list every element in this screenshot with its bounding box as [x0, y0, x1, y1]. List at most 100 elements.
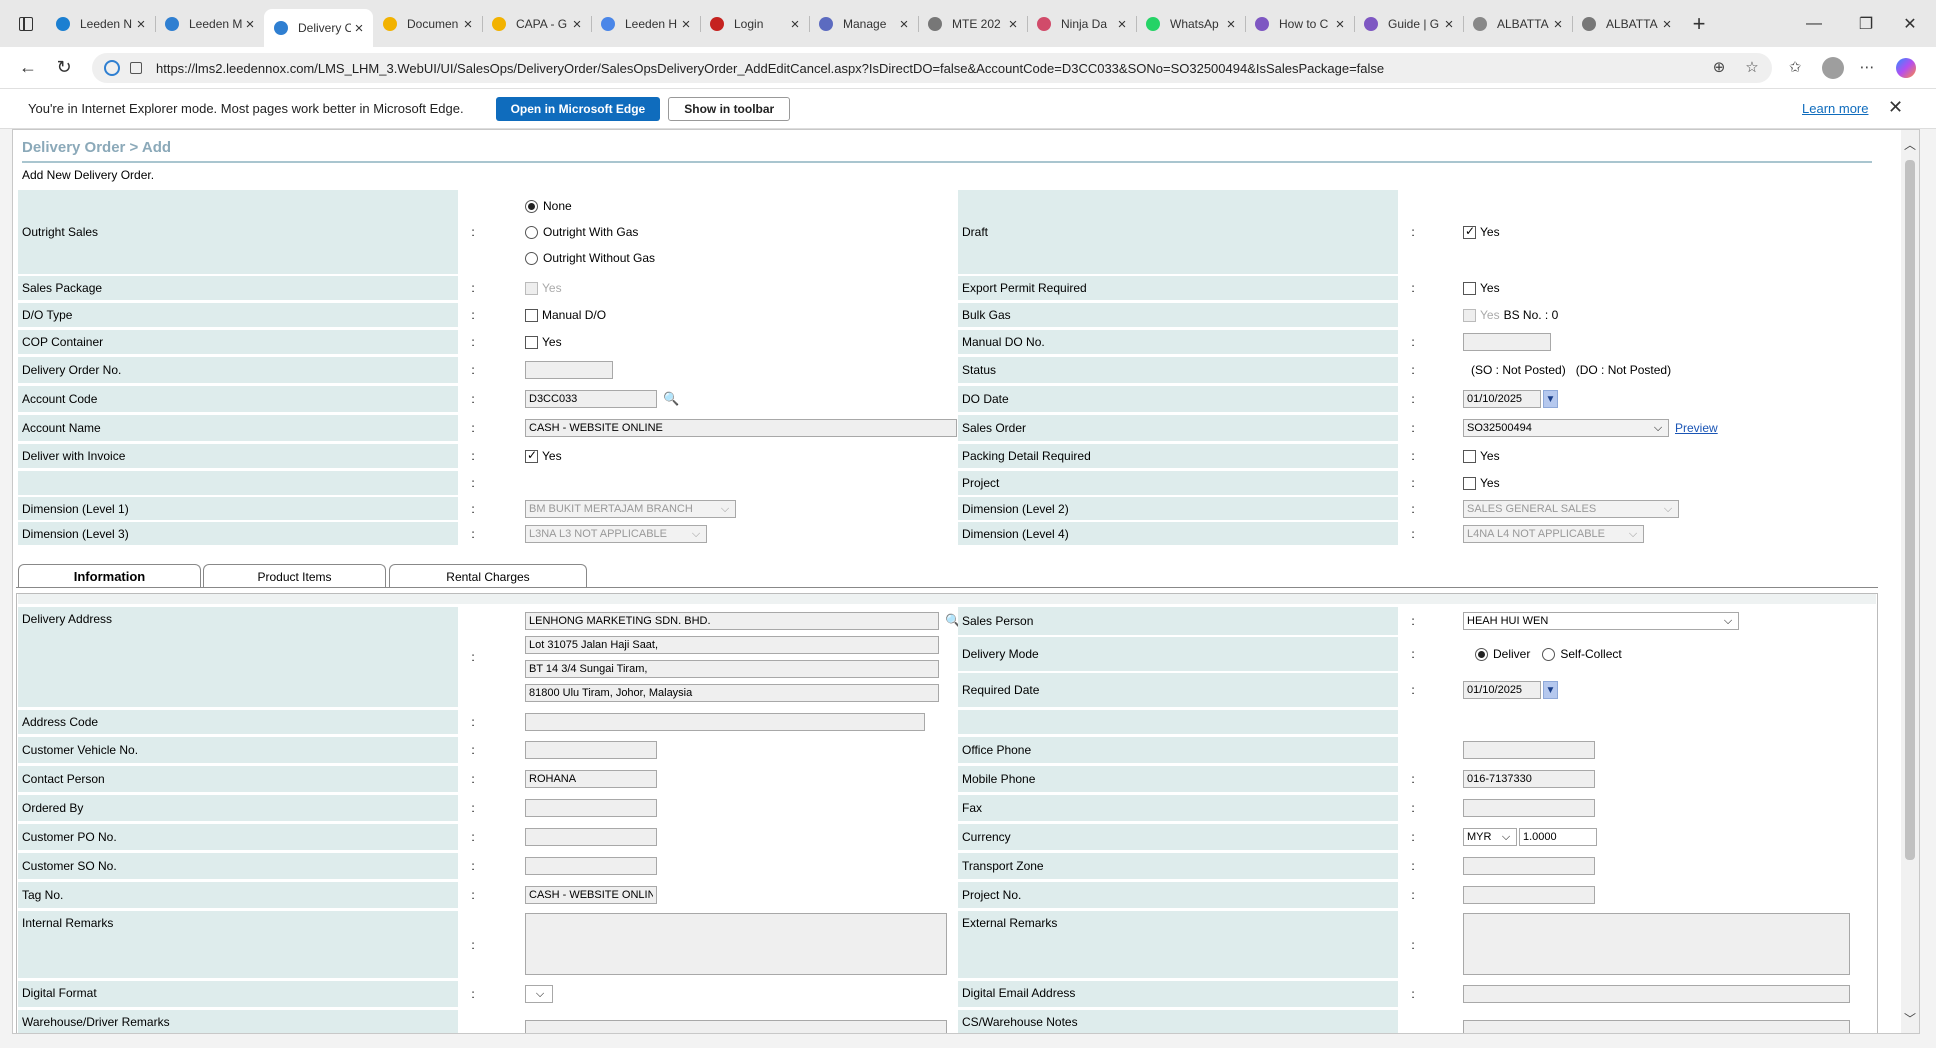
vertical-scrollbar[interactable]: ︿ ﹀ [1901, 130, 1919, 1033]
close-tab-icon[interactable]: × [1114, 16, 1130, 33]
browser-tab[interactable]: ALBATTA × [1572, 7, 1681, 41]
close-tab-icon[interactable]: × [1005, 16, 1021, 33]
radio-none[interactable]: None [525, 199, 965, 213]
url-text[interactable]: https://lms2.leedennox.com/LMS_LHM_3.Web… [156, 61, 1760, 76]
lock-icon[interactable] [130, 62, 142, 74]
office-phone-input[interactable] [1463, 741, 1595, 759]
scrollbar-thumb[interactable] [1905, 160, 1915, 860]
profile-avatar[interactable] [1822, 57, 1844, 79]
browser-tab[interactable]: CAPA - G × [482, 7, 591, 41]
customer-so-input[interactable] [525, 857, 657, 875]
account-name-input[interactable] [525, 419, 957, 437]
packing-detail-checkbox[interactable]: Yes [1463, 444, 1883, 468]
favorites-icon[interactable]: ✩ [1786, 59, 1804, 77]
radio-deliver[interactable]: Deliver [1475, 647, 1530, 661]
deliver-with-invoice-checkbox[interactable]: Yes [525, 444, 965, 468]
back-button[interactable]: ← [10, 52, 46, 84]
radio-circle[interactable] [525, 251, 538, 265]
close-tab-icon[interactable]: × [569, 16, 585, 33]
checkbox-box[interactable] [525, 335, 538, 349]
refresh-button[interactable]: ↻ [46, 52, 82, 84]
scroll-up-icon[interactable]: ︿ [1901, 136, 1919, 153]
favorite-star-icon[interactable]: ☆ [1743, 59, 1761, 77]
close-tab-icon[interactable]: × [242, 16, 258, 33]
more-menu-icon[interactable]: ⋯ [1858, 59, 1876, 77]
checkbox-box[interactable] [525, 308, 538, 322]
close-tab-icon[interactable]: × [1550, 16, 1566, 33]
show-in-toolbar-button[interactable]: Show in toolbar [668, 96, 791, 121]
zoom-icon[interactable]: ⊕ [1710, 59, 1728, 77]
close-tab-icon[interactable]: × [1223, 16, 1239, 33]
checkbox-box[interactable] [1463, 281, 1476, 295]
transport-zone-input[interactable] [1463, 857, 1595, 875]
radio-circle[interactable] [1475, 647, 1488, 661]
close-tab-icon[interactable]: × [1332, 16, 1348, 33]
currency-select[interactable]: MYR ⌵ [1463, 828, 1517, 846]
browser-tab[interactable]: Documen × [373, 7, 482, 41]
browser-tab[interactable]: ALBATTA × [1463, 7, 1572, 41]
customer-vehicle-input[interactable] [525, 741, 657, 759]
exchange-rate-input[interactable] [1519, 828, 1597, 846]
scroll-down-icon[interactable]: ﹀ [1901, 1010, 1919, 1027]
close-tab-icon[interactable]: × [460, 16, 476, 33]
fax-input[interactable] [1463, 799, 1595, 817]
ordered-by-input[interactable] [525, 799, 657, 817]
search-icon[interactable]: 🔍 [663, 391, 679, 407]
project-checkbox[interactable]: Yes [1463, 471, 1883, 495]
tag-no-input[interactable] [525, 886, 657, 904]
close-window-button[interactable]: ✕ [1884, 0, 1936, 47]
close-tab-icon[interactable]: × [787, 16, 803, 33]
browser-tab[interactable]: Login × [700, 7, 809, 41]
browser-tab[interactable]: Leeden H × [591, 7, 700, 41]
copilot-icon[interactable] [1896, 58, 1916, 78]
close-tab-icon[interactable]: × [896, 16, 912, 33]
radio-outright-without-gas[interactable]: Outright Without Gas [525, 251, 965, 265]
checkbox-box[interactable] [1463, 449, 1476, 463]
radio-circle[interactable] [1542, 647, 1556, 661]
external-remarks-textarea[interactable] [1463, 913, 1850, 975]
browser-tab[interactable]: WhatsAp × [1136, 7, 1245, 41]
checkbox-box[interactable] [1463, 476, 1476, 490]
digital-email-input[interactable] [1463, 985, 1850, 1003]
browser-tab[interactable]: Guide | G × [1354, 7, 1463, 41]
tab-product-items[interactable]: Product Items [203, 564, 386, 588]
close-tab-icon[interactable]: × [351, 20, 367, 37]
tab-rental-charges[interactable]: Rental Charges [389, 564, 587, 588]
do-date-input[interactable] [1463, 390, 1541, 408]
address-code-input[interactable] [525, 713, 925, 731]
close-tab-icon[interactable]: × [133, 16, 149, 33]
cs-warehouse-notes-textarea[interactable] [1463, 1020, 1850, 1033]
project-no-input[interactable] [1463, 886, 1595, 904]
new-tab-button[interactable]: + [1681, 6, 1717, 42]
draft-checkbox[interactable]: Yes [1463, 190, 1883, 274]
browser-tab[interactable]: Leeden N × [46, 7, 155, 41]
tab-information[interactable]: Information [18, 564, 201, 588]
contact-person-input[interactable] [525, 770, 657, 788]
close-ie-bar-icon[interactable]: ✕ [1888, 97, 1903, 118]
radio-circle[interactable] [525, 225, 538, 239]
sales-order-select[interactable]: SO32500494 ⌵ [1463, 419, 1669, 437]
calendar-dropdown-icon[interactable]: ▼ [1543, 390, 1558, 408]
close-tab-icon[interactable]: × [1659, 16, 1675, 33]
browser-tab[interactable]: MTE 202 × [918, 7, 1027, 41]
url-box[interactable]: https://lms2.leedennox.com/LMS_LHM_3.Web… [92, 53, 1772, 83]
radio-circle[interactable] [525, 199, 538, 213]
internal-remarks-textarea[interactable] [525, 913, 947, 975]
tab-actions-button[interactable] [6, 6, 46, 42]
radio-self-collect[interactable]: Self-Collect [1542, 647, 1622, 661]
checkbox-box[interactable] [525, 448, 538, 463]
browser-tab[interactable]: Ninja Da × [1027, 7, 1136, 41]
radio-outright-with-gas[interactable]: Outright With Gas [525, 225, 965, 239]
browser-tab[interactable]: How to C × [1245, 7, 1354, 41]
browser-tab[interactable]: Leeden M × [155, 7, 264, 41]
sales-person-select[interactable]: HEAH HUI WEN ⌵ [1463, 612, 1739, 630]
calendar-dropdown-icon[interactable]: ▼ [1543, 681, 1558, 699]
browser-tab[interactable]: Delivery O × [264, 9, 373, 47]
account-code-input[interactable] [525, 390, 657, 408]
customer-po-input[interactable] [525, 828, 657, 846]
checkbox-box[interactable] [1463, 224, 1476, 239]
minimize-button[interactable]: — [1788, 0, 1840, 47]
cop-container-checkbox[interactable]: Yes [525, 330, 965, 354]
browser-tab[interactable]: Manage × [809, 7, 918, 41]
export-permit-checkbox[interactable]: Yes [1463, 276, 1883, 300]
